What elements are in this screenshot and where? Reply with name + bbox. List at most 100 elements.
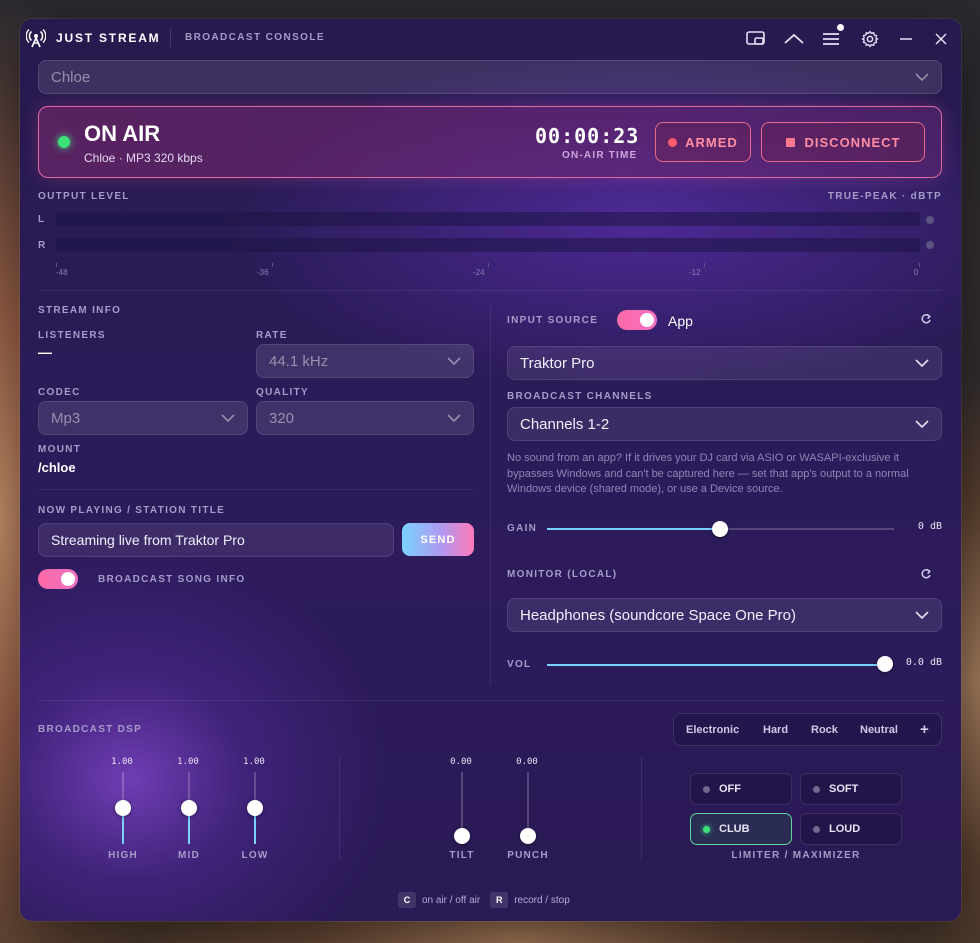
mount-label: MOUNT	[38, 444, 82, 455]
broadcast-channels-select[interactable]: Channels 1-2	[507, 407, 942, 441]
shortcut-key: R	[490, 892, 509, 908]
peak-indicator-left	[926, 216, 934, 224]
gain-value: 0 dB	[917, 521, 942, 532]
limiter-soft-label: SOFT	[829, 783, 859, 795]
preset-neutral[interactable]: Neutral	[860, 724, 898, 736]
vol-slider-thumb[interactable]	[877, 656, 893, 672]
picture-in-picture-icon	[746, 31, 765, 45]
mount-value: /chloe	[38, 460, 76, 475]
limiter-soft-button[interactable]: SOFT	[800, 773, 902, 805]
input-source-select[interactable]: Traktor Pro	[507, 346, 942, 380]
settings-button[interactable]	[858, 27, 882, 51]
notification-dot	[837, 24, 844, 31]
broadcast-icon	[26, 28, 46, 48]
chevron-down-icon	[915, 420, 929, 428]
punch-slider-thumb[interactable]	[520, 828, 536, 844]
broadcast-song-info-label: BROADCAST SONG INFO	[98, 574, 246, 585]
codec-select-value: Mp3	[51, 409, 81, 427]
mid-slider-thumb[interactable]	[181, 800, 197, 816]
now-playing-input[interactable]: Streaming live from Traktor Pro	[38, 523, 394, 557]
close-button[interactable]	[929, 27, 953, 51]
status-dot	[813, 785, 820, 793]
channel-right-label: R	[38, 240, 47, 251]
timer-label: ON-AIR TIME	[562, 150, 638, 161]
dsp-divider	[641, 757, 642, 861]
limiter-label: LIMITER / MAXIMIZER	[731, 850, 861, 861]
vol-slider-fill	[547, 664, 887, 666]
rate-select[interactable]: 44.1 kHz	[256, 344, 474, 378]
low-value: 1.00	[243, 757, 265, 767]
add-preset-button[interactable]: +	[920, 721, 929, 738]
mini-player-button[interactable]	[744, 27, 768, 51]
gain-label: GAIN	[507, 523, 538, 534]
armed-label: ARMED	[685, 134, 738, 150]
chevron-up-icon	[784, 33, 804, 44]
broadcast-song-info-toggle[interactable]	[38, 569, 78, 589]
meter-tick: -48	[56, 268, 68, 277]
on-air-panel: ON AIR Chloe · MP3 320 kbps 00:00:23 ON-…	[38, 106, 942, 178]
chevron-down-icon	[915, 359, 929, 367]
codec-label: CODEC	[38, 387, 81, 398]
refresh-icon[interactable]	[920, 313, 932, 325]
collapse-button[interactable]	[782, 27, 806, 51]
chevron-down-icon	[221, 414, 235, 422]
limiter-loud-label: LOUD	[829, 823, 861, 835]
input-help-text: No sound from an app? If it drives your …	[507, 452, 909, 495]
quality-label: QUALITY	[256, 387, 309, 398]
meter-tick: -24	[473, 268, 485, 277]
section-divider	[38, 489, 474, 490]
monitor-device-select[interactable]: Headphones (soundcore Space One Pro)	[507, 598, 942, 632]
quality-select[interactable]: 320	[256, 401, 474, 435]
send-label: SEND	[420, 533, 456, 546]
low-slider-thumb[interactable]	[247, 800, 263, 816]
disconnect-label: DISCONNECT	[804, 134, 901, 150]
peak-indicator-right	[926, 241, 934, 249]
input-mode-label: App	[668, 313, 693, 329]
limiter-club-label: CLUB	[719, 823, 750, 835]
shortcut-hint: C on air / off air R record / stop	[398, 892, 570, 908]
record-dot-icon	[668, 137, 678, 147]
tilt-slider-thumb[interactable]	[454, 828, 470, 844]
minimize-button[interactable]	[894, 27, 918, 51]
status-details: Chloe · MP3 320 kbps	[84, 151, 203, 165]
codec-select[interactable]: Mp3	[38, 401, 248, 435]
preset-hard[interactable]: Hard	[763, 724, 788, 736]
on-air-timer: 00:00:23	[535, 124, 640, 148]
gain-slider-fill	[547, 528, 721, 530]
dsp-divider	[339, 757, 340, 861]
high-slider-thumb[interactable]	[115, 800, 131, 816]
preset-rock[interactable]: Rock	[811, 724, 838, 736]
refresh-icon[interactable]	[920, 568, 932, 580]
tilt-value: 0.00	[450, 757, 472, 767]
punch-value: 0.00	[516, 757, 538, 767]
gain-slider-thumb[interactable]	[712, 521, 728, 537]
column-divider	[490, 306, 491, 684]
menu-button[interactable]	[819, 24, 844, 51]
meter-left	[56, 212, 920, 226]
limiter-club-button[interactable]: CLUB	[690, 813, 792, 845]
input-mode-toggle[interactable]	[617, 310, 657, 330]
preset-bar: Electronic Hard Rock Neutral +	[673, 713, 942, 746]
toggle-knob	[640, 313, 654, 327]
section-divider	[38, 290, 942, 291]
disconnect-button[interactable]: DISCONNECT	[761, 122, 925, 162]
listeners-value: —	[38, 344, 52, 360]
preset-electronic[interactable]: Electronic	[686, 724, 739, 736]
shortcut-key: C	[398, 892, 416, 908]
vol-slider[interactable]	[547, 664, 887, 666]
limiter-off-button[interactable]: OFF	[690, 773, 792, 805]
toggle-knob	[61, 572, 75, 586]
station-select[interactable]: Chloe	[38, 60, 942, 94]
now-playing-heading: NOW PLAYING / STATION TITLE	[38, 505, 226, 516]
close-icon	[935, 33, 947, 45]
limiter-loud-button[interactable]: LOUD	[800, 813, 902, 845]
listeners-label: LISTENERS	[38, 330, 106, 341]
armed-button[interactable]: ARMED	[655, 122, 751, 162]
meter-scale	[56, 263, 920, 267]
app-name: JUST STREAM	[56, 31, 161, 45]
chevron-down-icon	[915, 611, 929, 619]
mid-label: MID	[178, 850, 200, 861]
meter-right	[56, 238, 920, 252]
chevron-down-icon	[915, 73, 929, 81]
send-button[interactable]: SEND	[402, 523, 474, 556]
